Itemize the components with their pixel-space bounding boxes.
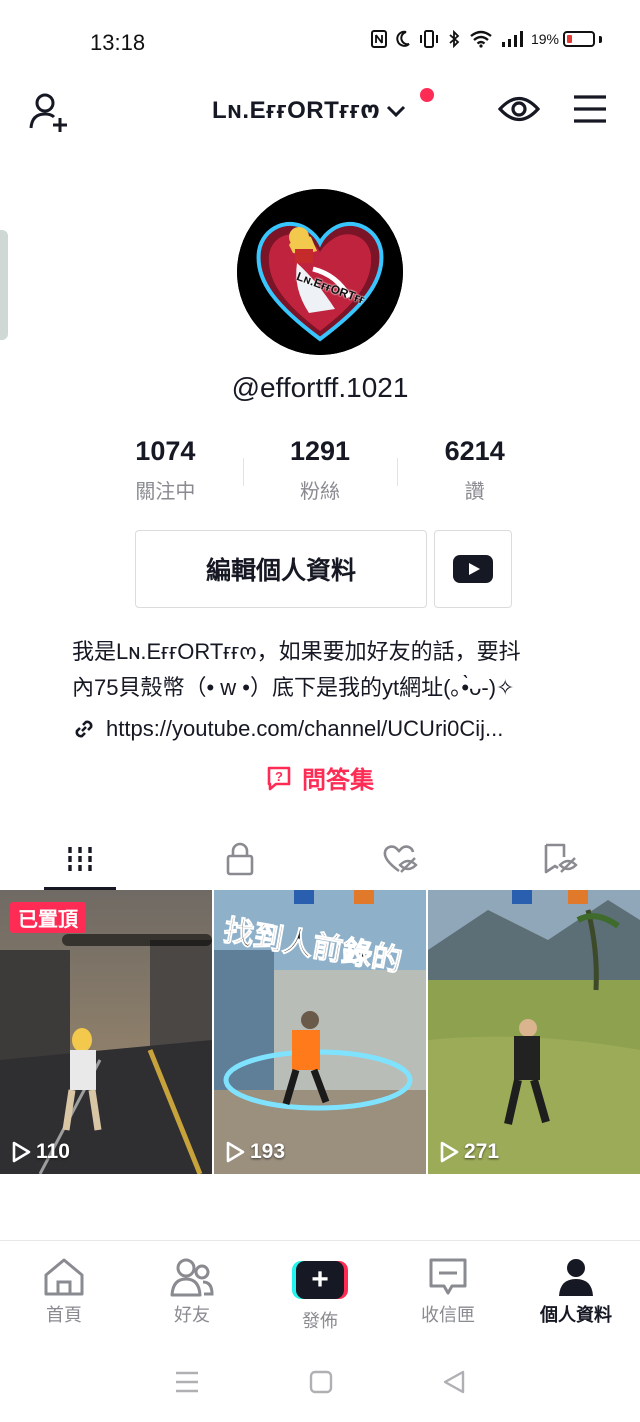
- link-text: https://youtube.com/channel/UCUri0Cij...: [106, 716, 504, 741]
- nav-post[interactable]: + 發佈: [256, 1241, 384, 1340]
- menu-button[interactable]: [572, 94, 608, 129]
- add-friend-button[interactable]: [28, 90, 72, 139]
- notification-dot: [420, 88, 434, 102]
- grid-icon: [68, 847, 92, 871]
- status-time: 13:18: [90, 30, 146, 55]
- nav-label: 收信匣: [421, 1305, 475, 1325]
- question-bubble-icon: ?: [267, 766, 291, 790]
- username-handle: @effortff.1021: [231, 372, 409, 403]
- hamburger-icon: [574, 95, 606, 123]
- followers-label: 粉絲: [300, 481, 340, 503]
- status-icons: 19%: [370, 30, 602, 48]
- profile-header: Lɴ.EғғORTғғო: [0, 84, 640, 140]
- video-tile[interactable]: 271: [428, 890, 640, 1174]
- play-count: 193: [224, 1140, 285, 1164]
- post-button[interactable]: +: [292, 1261, 348, 1299]
- play-icon: [12, 1141, 31, 1163]
- vibrate-icon: [419, 30, 438, 48]
- account-name: Lɴ.EғғORTғғო: [212, 97, 381, 124]
- followers-count: 1291: [289, 436, 351, 466]
- nav-label: 首頁: [46, 1305, 82, 1325]
- eye-icon: [497, 96, 541, 122]
- signal-icon: [501, 31, 523, 47]
- followers-stat[interactable]: 1291 粉絲: [242, 436, 398, 512]
- nfc-icon: [370, 30, 387, 48]
- friends-icon: [170, 1258, 214, 1297]
- qa-label: 問答集: [302, 767, 374, 794]
- svg-text:?: ?: [275, 769, 283, 784]
- avatar[interactable]: Lɴ.EғғORTғғ: [237, 189, 403, 355]
- tab-videos[interactable]: [0, 828, 160, 890]
- tab-saved[interactable]: [480, 828, 640, 890]
- back-icon[interactable]: [442, 1370, 466, 1394]
- likes-stat[interactable]: 6214 讚: [397, 436, 552, 512]
- youtube-icon: [453, 555, 493, 583]
- video-tile[interactable]: 已置頂 110: [0, 890, 212, 1174]
- profile-icon: [559, 1259, 593, 1296]
- profile-views-button[interactable]: [497, 94, 541, 129]
- youtube-button[interactable]: [434, 530, 512, 608]
- nav-label: 好友: [174, 1305, 210, 1325]
- home-icon: [44, 1258, 84, 1296]
- nav-home[interactable]: 首頁: [0, 1241, 128, 1340]
- video-thumbnail: 找到人前錄的: [214, 890, 426, 1174]
- battery-icon: [563, 31, 595, 47]
- moon-icon: [396, 30, 410, 47]
- tab-liked[interactable]: [320, 828, 480, 890]
- recents-icon[interactable]: [174, 1370, 200, 1394]
- video-tile[interactable]: 找到人前錄的 193: [214, 890, 426, 1174]
- likes-count: 6214: [444, 436, 505, 466]
- video-grid: 已置頂 110 找到人前錄的 193 271: [0, 890, 640, 1174]
- status-bar: 13:18 19%: [0, 0, 640, 84]
- hidden-bookmark-icon: [544, 843, 578, 874]
- play-count-value: 193: [250, 1140, 286, 1163]
- nav-label: 發佈: [302, 1311, 338, 1331]
- side-panel-handle[interactable]: [0, 230, 8, 340]
- bio-line: 內75貝殼幣（• ᴡ •）底下是我的yt網址(｡•̀ᴗ-)✧: [72, 675, 515, 700]
- following-count: 1074: [135, 436, 196, 466]
- plus-icon: +: [296, 1261, 344, 1299]
- play-icon: [226, 1141, 245, 1163]
- battery-indicator: 19%: [531, 31, 602, 47]
- pinned-badge: 已置頂: [10, 902, 86, 933]
- play-icon: [440, 1141, 459, 1163]
- avatar-image: [237, 189, 403, 355]
- bio-line: 我是Lɴ.EғғORTғғო，如果要加好友的話，要抖: [72, 639, 521, 664]
- hidden-heart-icon: [383, 845, 418, 873]
- content-tabs: [0, 828, 640, 890]
- nav-profile[interactable]: 個人資料: [512, 1241, 640, 1340]
- play-count: 271: [438, 1140, 499, 1164]
- following-label: 關注中: [135, 481, 196, 503]
- system-nav: [0, 1352, 640, 1412]
- likes-label: 讚: [464, 481, 485, 503]
- play-count-value: 110: [36, 1140, 70, 1163]
- play-count: 110: [10, 1140, 70, 1164]
- bottom-nav: 首頁 好友 + 發佈 收信匣 個人資料: [0, 1240, 640, 1340]
- nav-label: 個人資料: [540, 1305, 612, 1325]
- nav-inbox[interactable]: 收信匣: [384, 1241, 512, 1340]
- link-icon: [75, 720, 93, 738]
- chevron-down-icon: [387, 105, 406, 117]
- video-thumbnail: [428, 890, 640, 1174]
- profile-stats: 1074 關注中 1291 粉絲 6214 讚: [88, 436, 552, 512]
- inbox-icon: [429, 1258, 467, 1295]
- battery-percent: 19%: [530, 31, 559, 47]
- nav-friends[interactable]: 好友: [128, 1241, 256, 1340]
- add-user-icon: [29, 93, 67, 132]
- lock-icon: [226, 842, 254, 876]
- account-switcher[interactable]: Lɴ.EғғORTғғო: [212, 96, 406, 125]
- bio: 我是Lɴ.EғғORTғғო，如果要加好友的話，要抖 內75貝殼幣（• ᴡ •）…: [72, 634, 582, 706]
- home-button-icon[interactable]: [309, 1370, 333, 1394]
- play-count-value: 271: [464, 1140, 500, 1163]
- tab-private[interactable]: [160, 828, 320, 890]
- profile-link[interactable]: https://youtube.com/channel/UCUri0Cij...: [72, 716, 572, 742]
- edit-profile-button[interactable]: 編輯個人資料: [135, 530, 427, 608]
- qa-button[interactable]: ? 問答集: [0, 760, 640, 795]
- wifi-icon: [470, 30, 492, 48]
- bluetooth-icon: [449, 30, 460, 48]
- following-stat[interactable]: 1074 關注中: [88, 436, 243, 512]
